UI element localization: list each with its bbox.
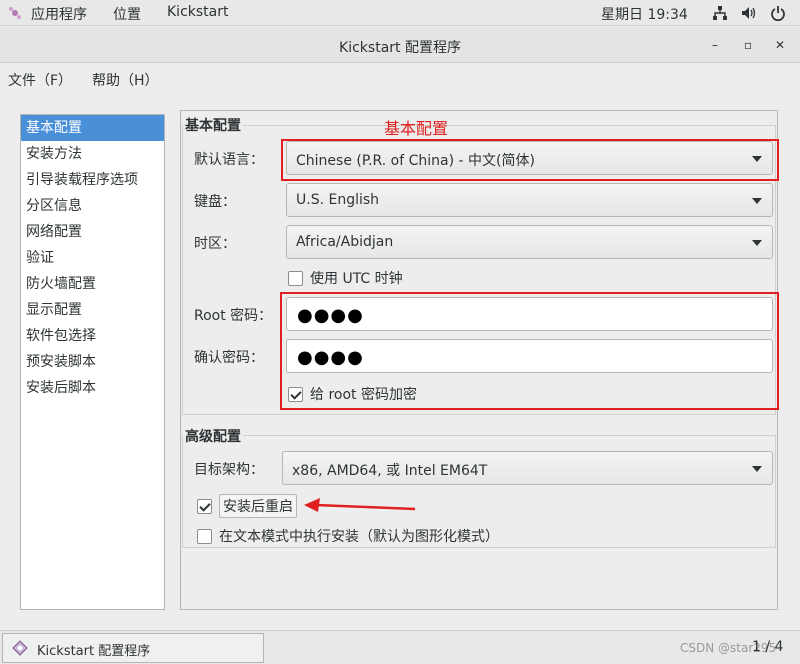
taskbar-window-button[interactable]: Kickstart 配置程序 xyxy=(2,633,264,663)
help-menu[interactable]: 帮助（H） xyxy=(92,70,159,90)
text-mode-checkbox-label: 在文本模式中执行安装（默认为图形化模式） xyxy=(219,529,499,545)
category-firewall[interactable]: 防火墙配置 xyxy=(21,271,164,297)
basic-config-annotation: 基本配置 xyxy=(384,119,449,138)
language-label: 默认语言： xyxy=(194,152,264,168)
category-packages[interactable]: 软件包选择 xyxy=(21,323,164,349)
category-post-script[interactable]: 安装后脚本 xyxy=(21,375,164,401)
utc-checkbox[interactable]: 使用 UTC 时钟 xyxy=(288,268,403,288)
utc-checkbox-label: 使用 UTC 时钟 xyxy=(310,271,403,287)
activities-icon[interactable] xyxy=(8,6,22,20)
volume-icon[interactable] xyxy=(740,5,756,21)
utc-checkbox-box[interactable] xyxy=(288,270,303,286)
applications-menu[interactable]: 应用程序 xyxy=(31,4,87,24)
close-button[interactable]: ✕ xyxy=(772,37,788,53)
minimize-button[interactable]: – xyxy=(707,37,723,53)
category-network[interactable]: 网络配置 xyxy=(21,219,164,245)
arch-combo[interactable]: x86, AMD64, 或 Intel EM64T xyxy=(282,451,773,485)
category-display[interactable]: 显示配置 xyxy=(21,297,164,323)
text-mode-checkbox[interactable]: 在文本模式中执行安装（默认为图形化模式） xyxy=(197,526,499,546)
clock[interactable]: 星期日 19:34 xyxy=(601,4,688,24)
category-partition[interactable]: 分区信息 xyxy=(21,193,164,219)
category-basic[interactable]: 基本配置 xyxy=(21,115,164,141)
basic-config-title: 基本配置 xyxy=(183,115,243,135)
places-menu[interactable]: 位置 xyxy=(113,4,141,24)
reboot-checkbox-box[interactable] xyxy=(197,498,212,514)
network-icon[interactable] xyxy=(712,5,728,21)
reboot-checkbox-label: 安装后重启 xyxy=(219,494,297,518)
category-list: 基本配置 安装方法 引导装载程序选项 分区信息 网络配置 验证 防火墙配置 显示… xyxy=(20,114,165,610)
taskbar-window-label: Kickstart 配置程序 xyxy=(37,644,151,659)
confirm-password-label: 确认密码： xyxy=(194,350,264,366)
category-install-method[interactable]: 安装方法 xyxy=(21,141,164,167)
workspace-pager[interactable]: 1 / 4 xyxy=(752,639,783,655)
arch-label: 目标架构： xyxy=(194,462,264,478)
chevron-down-icon xyxy=(752,466,762,472)
arch-value: x86, AMD64, 或 Intel EM64T xyxy=(292,463,488,479)
window-title: Kickstart 配置程序 xyxy=(339,40,461,56)
kickstart-app-icon xyxy=(12,640,28,656)
chevron-down-icon xyxy=(752,240,762,246)
menubar: 文件（F） 帮助（H） xyxy=(0,64,800,92)
advanced-config-title: 高级配置 xyxy=(183,426,243,446)
power-icon[interactable] xyxy=(770,5,786,21)
category-auth[interactable]: 验证 xyxy=(21,245,164,271)
chevron-down-icon xyxy=(752,198,762,204)
maximize-button[interactable]: ▫ xyxy=(740,37,756,53)
root-password-label: Root 密码： xyxy=(194,308,273,324)
taskbar: Kickstart 配置程序 CSDN @star295 1 / 4 xyxy=(0,630,800,664)
top-panel: 应用程序 位置 Kickstart 星期日 19:34 xyxy=(0,0,800,26)
text-mode-checkbox-box[interactable] xyxy=(197,528,212,544)
timezone-value: Africa/Abidjan xyxy=(296,234,394,250)
timezone-combo[interactable]: Africa/Abidjan xyxy=(286,225,773,259)
file-menu[interactable]: 文件（F） xyxy=(8,70,72,90)
keyboard-combo[interactable]: U.S. English xyxy=(286,183,773,217)
category-bootloader[interactable]: 引导装载程序选项 xyxy=(21,167,164,193)
keyboard-value: U.S. English xyxy=(296,192,380,208)
language-highlight-box xyxy=(281,139,779,181)
password-highlight-box xyxy=(280,292,779,410)
active-app-menu[interactable]: Kickstart xyxy=(167,4,228,20)
category-pre-script[interactable]: 预安装脚本 xyxy=(21,349,164,375)
red-arrow-annotation xyxy=(304,498,416,512)
timezone-label: 时区： xyxy=(194,236,236,252)
window-titlebar[interactable]: Kickstart 配置程序 – ▫ ✕ xyxy=(0,27,800,63)
keyboard-label: 键盘： xyxy=(194,194,236,210)
reboot-checkbox[interactable]: 安装后重启 xyxy=(197,494,297,518)
